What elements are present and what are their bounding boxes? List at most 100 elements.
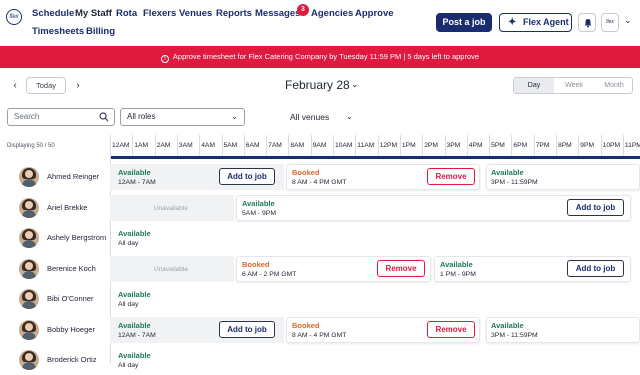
chevron-down-icon[interactable]: ⌄ [351, 79, 359, 90]
staff-name[interactable]: Berenice Koch [47, 264, 96, 273]
avatar[interactable] [19, 228, 39, 248]
hour-label: 5AM [221, 135, 244, 157]
hour-label: 10AM [333, 135, 355, 157]
nav-billing[interactable]: Billing [86, 26, 115, 37]
staff-name[interactable]: Ashely Bergstrom [47, 233, 106, 242]
hour-label: 11AM [355, 135, 377, 157]
staff-row: Broderick Ortiz Available All day [0, 345, 640, 375]
hour-label: 3PM [444, 135, 467, 157]
flex-logo[interactable]: flex [6, 9, 22, 25]
remove-button[interactable]: Remove [377, 259, 425, 277]
hour-label: 1PM [399, 135, 422, 157]
next-day-button[interactable]: › [71, 80, 85, 92]
hour-label: 6PM [511, 135, 533, 157]
available-status: Available [440, 259, 473, 269]
messages-badge: 3 [297, 4, 309, 16]
roles-select[interactable]: All roles ⌄ [120, 108, 245, 126]
venues-value: All venues [290, 112, 330, 122]
hour-label: 1AM [132, 135, 154, 157]
account-logo[interactable]: flex [601, 13, 619, 32]
hour-header: 12AM 1AM 2AM 3AM 4AM 5AM 6AM 7AM 8AM 9AM 10AM 11AM 1… [110, 135, 640, 157]
view-week[interactable]: Week [554, 78, 594, 93]
available-block [110, 286, 640, 312]
hour-label: 10PM [600, 135, 623, 157]
chevron-down-icon: ⌄ [346, 112, 353, 121]
add-to-job-button[interactable]: Add to job [219, 168, 275, 185]
staff-name[interactable]: Bobby Hoeger [47, 325, 95, 334]
hour-label: 9PM [578, 135, 600, 157]
available-block [110, 347, 640, 373]
hour-label: 7AM [266, 135, 288, 157]
flex-agent-label: Flex Agent [523, 17, 569, 27]
search-input[interactable]: Search [7, 108, 115, 126]
approval-banner[interactable]: ! Approve timesheet for Flex Catering Com… [0, 46, 640, 68]
avatar[interactable] [19, 319, 39, 340]
venues-select[interactable]: All venues ⌄ [290, 108, 360, 126]
staff-name[interactable]: Bibi O'Conner [47, 294, 93, 303]
chevron-down-icon[interactable]: ⌄ [624, 15, 632, 26]
available-status: Available [118, 351, 151, 360]
time-range: 1 PM - 9PM [440, 270, 476, 278]
staff-name[interactable]: Broderick Ortiz [47, 355, 97, 364]
available-status: Available [491, 168, 524, 177]
nav-messages[interactable]: Messages [255, 8, 300, 19]
time-range: 8 AM - 4 PM GMT [292, 331, 347, 339]
nav-reports[interactable]: Reports [216, 8, 252, 19]
nav-agencies[interactable]: Agencies [311, 8, 353, 19]
nav-flexers[interactable]: Flexers [143, 8, 176, 19]
sparkle-icon: ✦ [508, 17, 517, 28]
hour-label: 2PM [422, 135, 444, 157]
view-switcher: Day Week Month [513, 77, 633, 94]
remove-button[interactable]: Remove [427, 320, 475, 338]
hour-label: 8AM [288, 135, 310, 157]
staff-name[interactable]: Ahmed Reinger [47, 172, 99, 181]
avatar[interactable] [19, 258, 39, 279]
time-range: 12AM - 7AM [118, 179, 156, 186]
hour-label: 12AM [110, 135, 132, 157]
nav-my-staff[interactable]: My Staff [75, 8, 112, 19]
staff-row: Bobby Hoeger Available 12AM - 7AM Add to jo… [0, 315, 640, 345]
chevron-down-icon: ⌄ [231, 112, 238, 121]
staff-name[interactable]: Ariel Brekke [47, 203, 87, 212]
view-month[interactable]: Month [594, 78, 634, 93]
avatar[interactable] [19, 197, 39, 218]
nav-rota[interactable]: Rota [116, 8, 137, 19]
time-range: 12AM - 7AM [118, 331, 156, 339]
hour-label: 3AM [176, 135, 199, 157]
booked-status: Booked [292, 320, 320, 330]
available-status: Available [118, 168, 151, 177]
hour-label: 6AM [243, 135, 266, 157]
hour-label: 7PM [533, 135, 556, 157]
post-job-button[interactable]: Post a job [436, 13, 492, 32]
time-range: All day [118, 362, 139, 369]
nav-timesheets[interactable]: Timesheets [32, 26, 84, 37]
add-to-job-button[interactable]: Add to job [567, 259, 624, 277]
booked-status: Booked [242, 259, 270, 269]
today-button[interactable]: Today [26, 77, 66, 94]
available-block [110, 225, 640, 251]
remove-button[interactable]: Remove [427, 168, 475, 185]
hour-label: 4AM [199, 135, 221, 157]
date-title[interactable]: February 28 [285, 78, 350, 92]
nav-venues[interactable]: Venues [179, 8, 212, 19]
avatar[interactable] [19, 350, 39, 370]
nav-approve[interactable]: Approve [355, 8, 394, 19]
hour-label: 8PM [556, 135, 578, 157]
avatar[interactable] [19, 167, 39, 187]
unavailable-label: Unavailable [154, 265, 188, 273]
hour-label: 2AM [154, 135, 177, 157]
nav-schedule[interactable]: Schedule [32, 8, 74, 19]
view-day[interactable]: Day [514, 78, 554, 93]
add-to-job-button[interactable]: Add to job [567, 198, 624, 216]
time-range: All day [118, 240, 139, 247]
notifications-button[interactable] [578, 13, 596, 32]
staff-row: Bibi O'Conner Available All day [0, 284, 640, 314]
prev-day-button[interactable]: ‹ [8, 80, 22, 92]
avatar[interactable] [19, 289, 39, 309]
top-header: flex Schedule My Staff Rota Flexers Venu… [0, 0, 640, 42]
staff-row: Berenice Koch Unavailable Booked 6 AM - 2 P… [0, 254, 640, 284]
flex-agent-button[interactable]: ✦ Flex Agent [499, 13, 572, 32]
available-status: Available [118, 320, 151, 330]
available-status: Available [118, 229, 151, 238]
add-to-job-button[interactable]: Add to job [219, 320, 275, 338]
